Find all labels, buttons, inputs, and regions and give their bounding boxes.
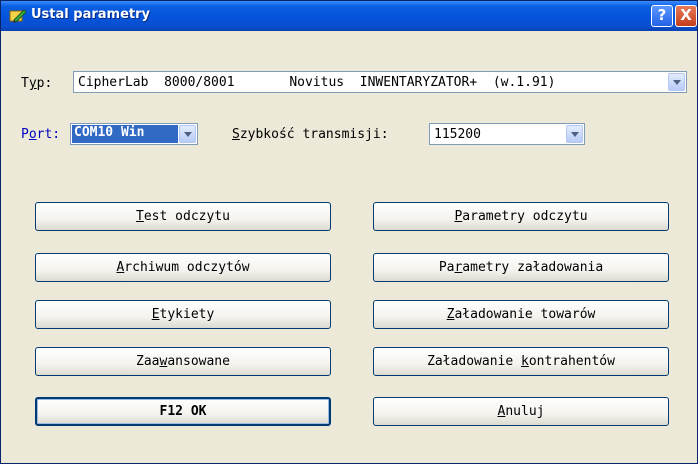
port-value: COM10 Win xyxy=(72,125,178,143)
zaawansowane-button[interactable]: Zaawansowane xyxy=(35,347,331,376)
typ-select[interactable]: CipherLab 8000/8001 Novitus INWENTARYZAT… xyxy=(73,71,687,93)
typ-label: Typ: xyxy=(21,76,53,91)
zaladowanie-kontrahentow-button[interactable]: Załadowanie kontrahentów xyxy=(373,347,669,376)
ok-button[interactable]: F12 OK xyxy=(35,397,331,426)
chevron-down-icon[interactable] xyxy=(566,125,583,143)
window-title: Ustal parametry xyxy=(31,7,150,22)
etykiety-button[interactable]: Etykiety xyxy=(35,300,331,329)
close-button[interactable]: X xyxy=(675,5,697,27)
speed-label: Szybkość transmisji: xyxy=(232,127,389,142)
speed-select[interactable]: 115200 xyxy=(429,123,585,145)
parametry-zaladowania-button[interactable]: Parametry załadowania xyxy=(373,253,669,282)
port-select[interactable]: COM10 Win xyxy=(70,123,198,145)
test-odczytu-button[interactable]: Test odczytu xyxy=(35,202,331,231)
chevron-down-icon[interactable] xyxy=(179,125,196,143)
archiwum-odczytow-button[interactable]: Archiwum odczytów xyxy=(35,253,331,282)
port-label: Port: xyxy=(21,127,61,142)
chevron-down-icon[interactable] xyxy=(668,73,685,91)
pencil-icon xyxy=(9,9,27,23)
parametry-odczytu-button[interactable]: Parametry odczytu xyxy=(373,202,669,231)
title-bar[interactable]: Ustal parametry ? X xyxy=(1,1,697,31)
dialog-window: Ustal parametry ? X Typ: CipherLab 8000/… xyxy=(0,0,698,464)
zaladowanie-towarow-button[interactable]: Załadowanie towarów xyxy=(373,300,669,329)
help-button[interactable]: ? xyxy=(651,5,673,27)
typ-value: CipherLab 8000/8001 Novitus INWENTARYZAT… xyxy=(78,75,556,90)
speed-value: 115200 xyxy=(434,127,481,142)
anuluj-button[interactable]: Anuluj xyxy=(373,397,669,426)
